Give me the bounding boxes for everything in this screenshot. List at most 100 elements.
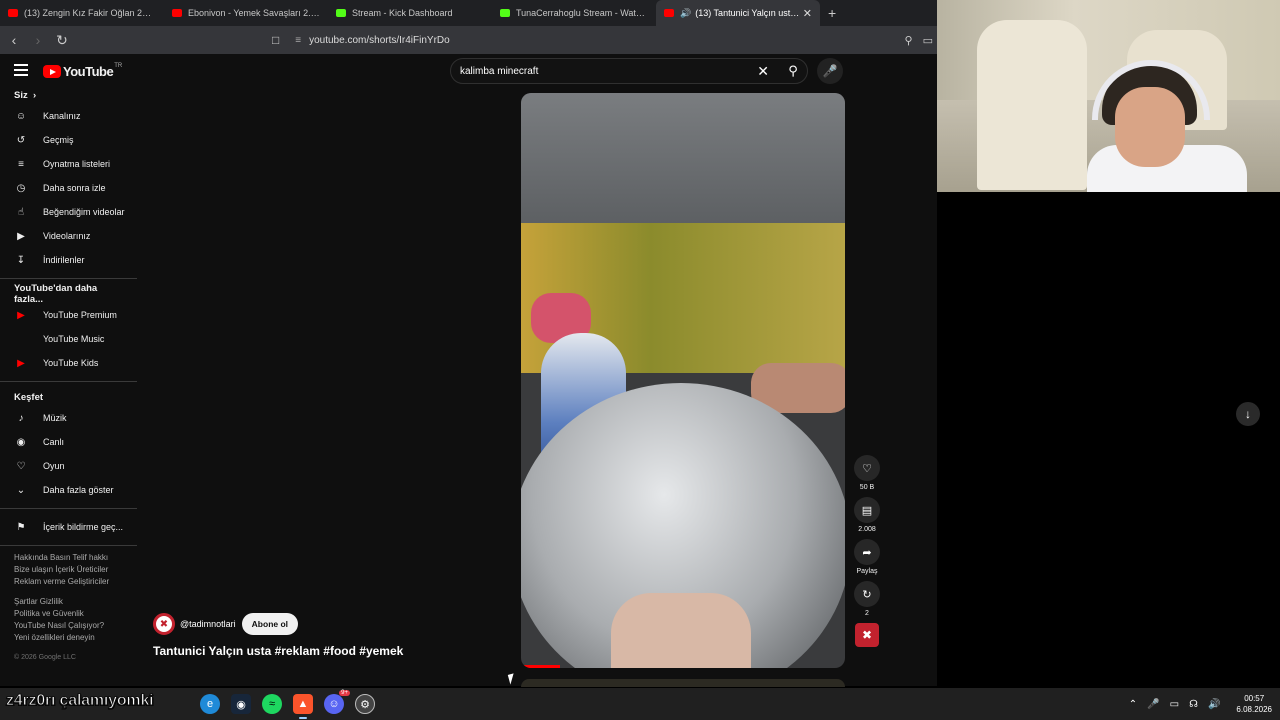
playlists-icon: ≡: [18, 158, 24, 170]
kick-icon: [336, 9, 346, 17]
network-icon[interactable]: ☊: [1189, 699, 1198, 710]
remix-action: ↻ 2: [852, 581, 882, 617]
music-icon: ♪: [18, 412, 24, 424]
forward-icon[interactable]: ›: [28, 32, 48, 48]
sidebar-item-downloads[interactable]: ↧ İndirilenler: [0, 248, 137, 272]
spotify-icon[interactable]: ≈: [262, 694, 282, 714]
browser-tab[interactable]: TunaCerrahoglu Stream - Watch Live: [492, 0, 656, 26]
sidebar-item-gaming[interactable]: ♡ Oyun: [0, 454, 137, 478]
sidebar-item-label: Oyun: [43, 461, 65, 471]
chevron-up-icon[interactable]: ⌃: [1129, 699, 1137, 710]
app-icon[interactable]: ⚙: [355, 694, 375, 714]
footer-links-line[interactable]: Yeni özellikleri deneyin: [14, 632, 123, 644]
sidebar-item-report[interactable]: ⚑ İçerik bildirme geç...: [0, 515, 137, 539]
browser-tab[interactable]: (13) Zengin Kız Fakir Oğlan 27. Bölüm: [0, 0, 164, 26]
footer-links-line[interactable]: Şartlar Gizlilik: [14, 596, 123, 608]
sidebar-item-liked[interactable]: ☝ Beğendiğim videolar: [0, 200, 137, 224]
youtube-kids-icon: ▶: [17, 357, 25, 369]
discord-icon[interactable]: ☺ 9+: [324, 690, 350, 714]
clock[interactable]: 00:57 6.08.2026: [1236, 693, 1272, 715]
search-icon[interactable]: ⚲: [779, 59, 807, 83]
gaming-icon: ♡: [16, 460, 26, 472]
bookmark-icon[interactable]: □: [272, 33, 279, 47]
sound-thumbnail-icon[interactable]: ✖: [855, 623, 879, 647]
youtube-logo[interactable]: YouTube TR: [43, 62, 123, 79]
remix-icon[interactable]: ↻: [854, 581, 880, 607]
footer-links-line[interactable]: Politika ve Güvenlik: [14, 608, 123, 620]
short-title[interactable]: Tantunici Yalçın usta #reklam #food #yem…: [153, 644, 403, 658]
channel-name[interactable]: @tadimnotlari: [180, 619, 236, 629]
logo-text: YouTube: [63, 64, 114, 79]
clear-search-icon[interactable]: ✕: [757, 63, 769, 80]
clock-date: 6.08.2026: [1236, 705, 1272, 714]
footer-links-line[interactable]: YouTube Nasıl Çalışıyor?: [14, 620, 123, 632]
footer-links-line[interactable]: Reklam verme Geliştiriciler: [14, 576, 123, 588]
video-progress-bar[interactable]: [521, 665, 560, 668]
steam-icon[interactable]: ◉: [231, 694, 251, 714]
sidebar-item-premium[interactable]: ▶ YouTube Premium: [0, 303, 137, 327]
sidebar-item-your-videos[interactable]: ▶ Videolarınız: [0, 224, 137, 248]
sidebar-item-playlists[interactable]: ≡ Oynatma listeleri: [0, 152, 137, 176]
sidebar-item-history[interactable]: ↺ Geçmiş: [0, 128, 137, 152]
speaker-icon[interactable]: 🔊: [680, 8, 691, 19]
close-tab-icon[interactable]: ✕: [803, 7, 812, 20]
notification-badge: 9+: [339, 690, 350, 696]
search-box[interactable]: kalimba minecraft ✕ ⚲: [450, 58, 808, 84]
live-icon: ◉: [16, 436, 26, 448]
avatar[interactable]: ✖: [153, 613, 175, 635]
sidebar-footer: Hakkında Basın Telif hakkı Bize ulaşın İ…: [0, 552, 137, 644]
footer-links-line[interactable]: Bize ulaşın İçerik Üreticiler: [14, 564, 123, 576]
sidebar-section-you[interactable]: Siz ›: [0, 86, 137, 104]
cast-icon[interactable]: ▭: [923, 34, 933, 47]
microphone-icon[interactable]: 🎤: [817, 58, 843, 84]
country-code: TR: [114, 62, 123, 69]
volume-icon[interactable]: 🔊: [1208, 699, 1220, 710]
divider: [0, 545, 137, 546]
sidebar-item-label: Müzik: [43, 413, 67, 423]
youtube-premium-icon: ▶: [17, 309, 25, 321]
site-info-icon[interactable]: ≡: [295, 35, 301, 46]
youtube-logo-icon: [43, 65, 61, 78]
sidebar-item-kids[interactable]: ▶ YouTube Kids: [0, 351, 137, 375]
browser-tab[interactable]: Stream - Kick Dashboard: [328, 0, 492, 26]
sidebar-item-live[interactable]: ◉ Canlı: [0, 430, 137, 454]
next-short-preview[interactable]: [521, 679, 845, 687]
browser-tab-active[interactable]: 🔊 (13) Tantunici Yalçın usta #reklam✕: [656, 0, 820, 26]
sidebar-item-channel[interactable]: ☺ Kanalınız: [0, 104, 137, 128]
brave-icon[interactable]: ▲: [293, 694, 313, 719]
browser-tab[interactable]: Ebonivon - Yemek Savaşları 2.Sezon: [164, 0, 328, 26]
flag-icon: ⚑: [16, 521, 26, 533]
youtube-icon: [664, 9, 674, 17]
zoom-icon[interactable]: ⚲: [905, 34, 913, 47]
like-action: ♡ 50 B: [852, 455, 882, 491]
back-icon[interactable]: ‹: [4, 32, 24, 48]
microphone-icon[interactable]: 🎤: [1147, 699, 1159, 710]
reload-icon[interactable]: ↻: [52, 32, 72, 49]
like-icon[interactable]: ♡: [854, 455, 880, 481]
new-tab-button[interactable]: +: [820, 5, 844, 21]
menu-icon[interactable]: [14, 64, 28, 76]
next-short-arrow-icon[interactable]: ↓: [1236, 402, 1260, 426]
sidebar-item-label: Oynatma listeleri: [43, 159, 111, 169]
webcam-person: [1087, 60, 1247, 192]
share-icon[interactable]: ➦: [854, 539, 880, 565]
webcam-overlay: [937, 0, 1280, 192]
tab-title: Stream - Kick Dashboard: [352, 8, 453, 18]
url-text[interactable]: youtube.com/shorts/Ir4iFinYrDo: [309, 35, 450, 46]
sidebar-item-watch-later[interactable]: ◷ Daha sonra izle: [0, 176, 137, 200]
comment-icon[interactable]: ▤: [854, 497, 880, 523]
sidebar: Siz › ☺ Kanalınız ↺ Geçmiş ≡ Oynatma listel…: [0, 86, 137, 686]
shorts-video-player[interactable]: [521, 93, 845, 668]
windows-taskbar: z4rz0rı çalamıyomki e ◉ ≈ ▲ ☺ 9+ ⚙ ⌃ 🎤 ▭ …: [0, 688, 1280, 720]
search-input[interactable]: kalimba minecraft: [460, 66, 538, 77]
url-field[interactable]: □ ≡ youtube.com/shorts/Ir4iFinYrDo: [272, 33, 450, 47]
sidebar-item-show-more[interactable]: ⌄ Daha fazla göster: [0, 478, 137, 502]
subscribe-button[interactable]: Abone ol: [241, 613, 299, 635]
edge-icon[interactable]: e: [200, 694, 220, 714]
sidebar-item-music-explore[interactable]: ♪ Müzik: [0, 406, 137, 430]
display-icon[interactable]: ▭: [1170, 699, 1179, 710]
sidebar-item-music[interactable]: YouTube Music: [0, 327, 137, 351]
footer-links-line[interactable]: Hakkında Basın Telif hakkı: [14, 552, 123, 564]
divider: [0, 381, 137, 382]
sidebar-item-label: Kanalınız: [43, 111, 81, 121]
